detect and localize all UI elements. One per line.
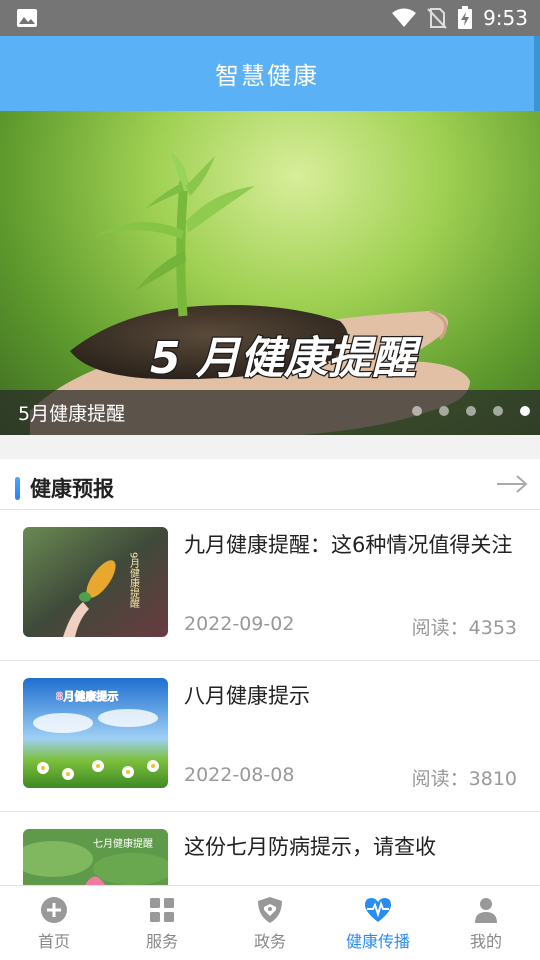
section-accent-bar bbox=[15, 477, 20, 500]
grid-icon bbox=[150, 898, 174, 922]
nav-label: 服务 bbox=[145, 932, 178, 951]
news-list: 9月健康提醒 九月健康提醒：这6种情况值得关注 2022-09-02 阅读：43… bbox=[0, 510, 540, 885]
arrow-right-icon[interactable] bbox=[496, 473, 528, 495]
page-title: 智慧健康 bbox=[215, 62, 319, 90]
news-title: 这份七月防病提示，请查收 bbox=[184, 835, 436, 859]
nav-item-home[interactable]: 首页 bbox=[0, 886, 108, 960]
news-read-count: 阅读：4353 bbox=[411, 617, 517, 639]
carousel-dot[interactable] bbox=[466, 406, 476, 416]
gallery-icon bbox=[17, 9, 37, 27]
carousel-dot[interactable] bbox=[493, 406, 503, 416]
nav-label: 首页 bbox=[37, 932, 70, 951]
nav-item-services[interactable]: 服务 bbox=[108, 886, 216, 960]
news-thumbnail: 9月健康提醒 bbox=[23, 527, 168, 637]
banner-image: 5 月健康提醒 bbox=[30, 151, 470, 435]
shield-icon bbox=[258, 897, 282, 923]
wifi-icon bbox=[392, 8, 417, 27]
news-item[interactable]: 七月健康提醒 这份七月防病提示，请查收 bbox=[0, 812, 540, 885]
thumbnail-text: 9月健康提醒 bbox=[128, 552, 140, 608]
bottom-nav: 首页 服务 政务 健康传播 我的 bbox=[0, 885, 540, 960]
carousel-dot[interactable] bbox=[412, 406, 422, 416]
nav-item-health-broadcast[interactable]: 健康传播 bbox=[324, 886, 432, 960]
status-time: 9:53 bbox=[483, 6, 528, 30]
news-date: 2022-09-02 bbox=[184, 613, 295, 635]
banner-caption: 5月健康提醒 bbox=[18, 403, 126, 425]
news-read-count: 阅读：3810 bbox=[411, 768, 517, 790]
nav-item-profile[interactable]: 我的 bbox=[432, 886, 540, 960]
nav-label: 健康传播 bbox=[345, 932, 410, 951]
news-thumbnail: 七月健康提醒 bbox=[23, 829, 168, 885]
banner-overlay-title: 5 月健康提醒 bbox=[150, 333, 422, 384]
banner-caption-bar: 5月健康提醒 bbox=[0, 390, 540, 435]
news-thumbnail: 8月健康提示 bbox=[23, 678, 168, 788]
app-header: 智慧健康 bbox=[0, 36, 534, 111]
heart-pulse-icon bbox=[365, 898, 391, 922]
news-title: 九月健康提醒：这6种情况值得关注 bbox=[184, 533, 513, 557]
carousel-dot-active[interactable] bbox=[520, 406, 530, 416]
nav-item-government[interactable]: 政务 bbox=[216, 886, 324, 960]
section-title: 健康预报 bbox=[30, 477, 114, 501]
no-sim-icon bbox=[427, 8, 447, 29]
nav-label: 政务 bbox=[253, 932, 286, 951]
home-plus-icon bbox=[41, 897, 67, 923]
news-title: 八月健康提示 bbox=[184, 684, 310, 708]
news-item[interactable]: 8月健康提示 八月健康提示 2022-08-08 阅读：3810 bbox=[0, 661, 540, 812]
carousel-indicators bbox=[412, 406, 530, 416]
carousel-dot[interactable] bbox=[439, 406, 449, 416]
status-bar: 9:53 bbox=[0, 0, 540, 36]
banner-carousel[interactable]: 5 月健康提醒 5月健康提醒 bbox=[0, 111, 540, 435]
news-date: 2022-08-08 bbox=[184, 764, 295, 786]
nav-label: 我的 bbox=[469, 932, 502, 951]
person-icon bbox=[475, 898, 497, 923]
news-item[interactable]: 9月健康提醒 九月健康提醒：这6种情况值得关注 2022-09-02 阅读：43… bbox=[0, 510, 540, 661]
battery-charging-icon bbox=[458, 6, 473, 29]
section-header: 健康预报 bbox=[0, 459, 540, 510]
thumbnail-text: 8月健康提示 bbox=[56, 689, 119, 703]
thumbnail-text: 七月健康提醒 bbox=[93, 837, 153, 850]
